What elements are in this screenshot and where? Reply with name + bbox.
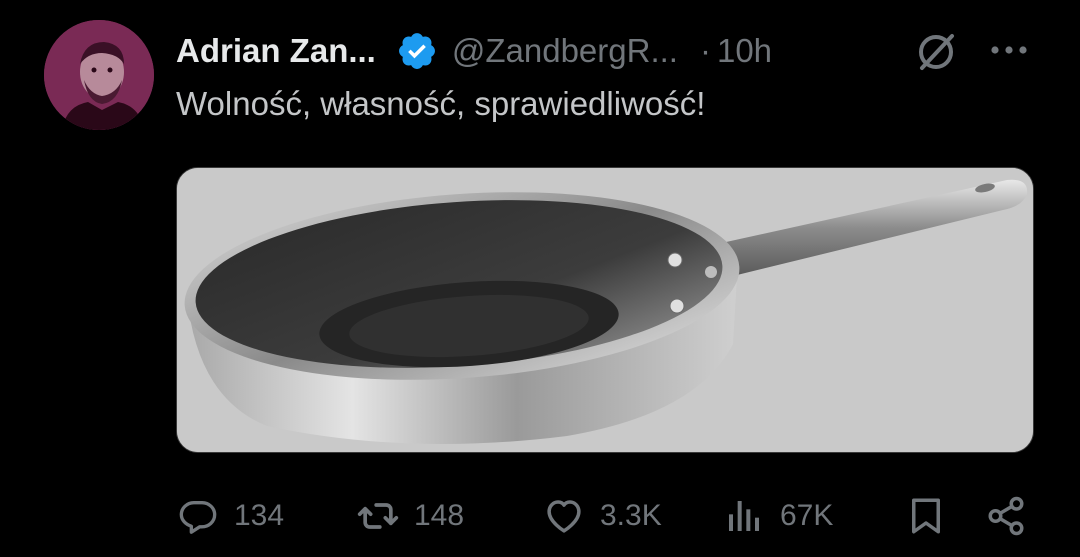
- retweet-icon: [356, 494, 400, 538]
- reply-button[interactable]: 134: [176, 492, 284, 540]
- bookmark-icon: [904, 494, 948, 538]
- views-button[interactable]: 67K: [722, 492, 833, 540]
- retweet-count: 148: [414, 499, 465, 532]
- author-handle[interactable]: @ZandbergR...: [452, 32, 678, 70]
- avatar-image: [44, 20, 154, 130]
- grok-icon[interactable]: [912, 28, 960, 76]
- tweet-text: Wolność, własność, sprawiedliwość!: [176, 85, 706, 122]
- views-count: 67K: [780, 499, 834, 532]
- avatar[interactable]: [44, 20, 154, 130]
- bookmark-button[interactable]: [904, 492, 948, 540]
- verified-badge-icon: [396, 30, 438, 72]
- author-name[interactable]: Adrian Zan...: [176, 32, 376, 70]
- reply-count: 134: [234, 499, 285, 532]
- more-icon[interactable]: [985, 30, 1033, 70]
- tweet-actions: 134 148 3.3K 67K: [176, 492, 1036, 540]
- share-icon: [984, 494, 1028, 538]
- like-count: 3.3K: [600, 499, 662, 532]
- heart-icon: [542, 494, 586, 538]
- tweet-media[interactable]: [176, 167, 1034, 453]
- tweet-time[interactable]: 10h: [717, 32, 772, 70]
- share-button[interactable]: [984, 492, 1028, 540]
- tweet-header: Adrian Zan... @ZandbergR... · 10h: [176, 26, 772, 76]
- views-icon: [722, 494, 766, 538]
- tweet: Adrian Zan... @ZandbergR... · 10h Wolnoś…: [0, 0, 1080, 557]
- reply-icon: [176, 494, 220, 538]
- retweet-button[interactable]: 148: [356, 492, 464, 540]
- like-button[interactable]: 3.3K: [542, 492, 662, 540]
- separator-dot: ·: [699, 32, 711, 69]
- frying-pan-image: [177, 168, 1033, 452]
